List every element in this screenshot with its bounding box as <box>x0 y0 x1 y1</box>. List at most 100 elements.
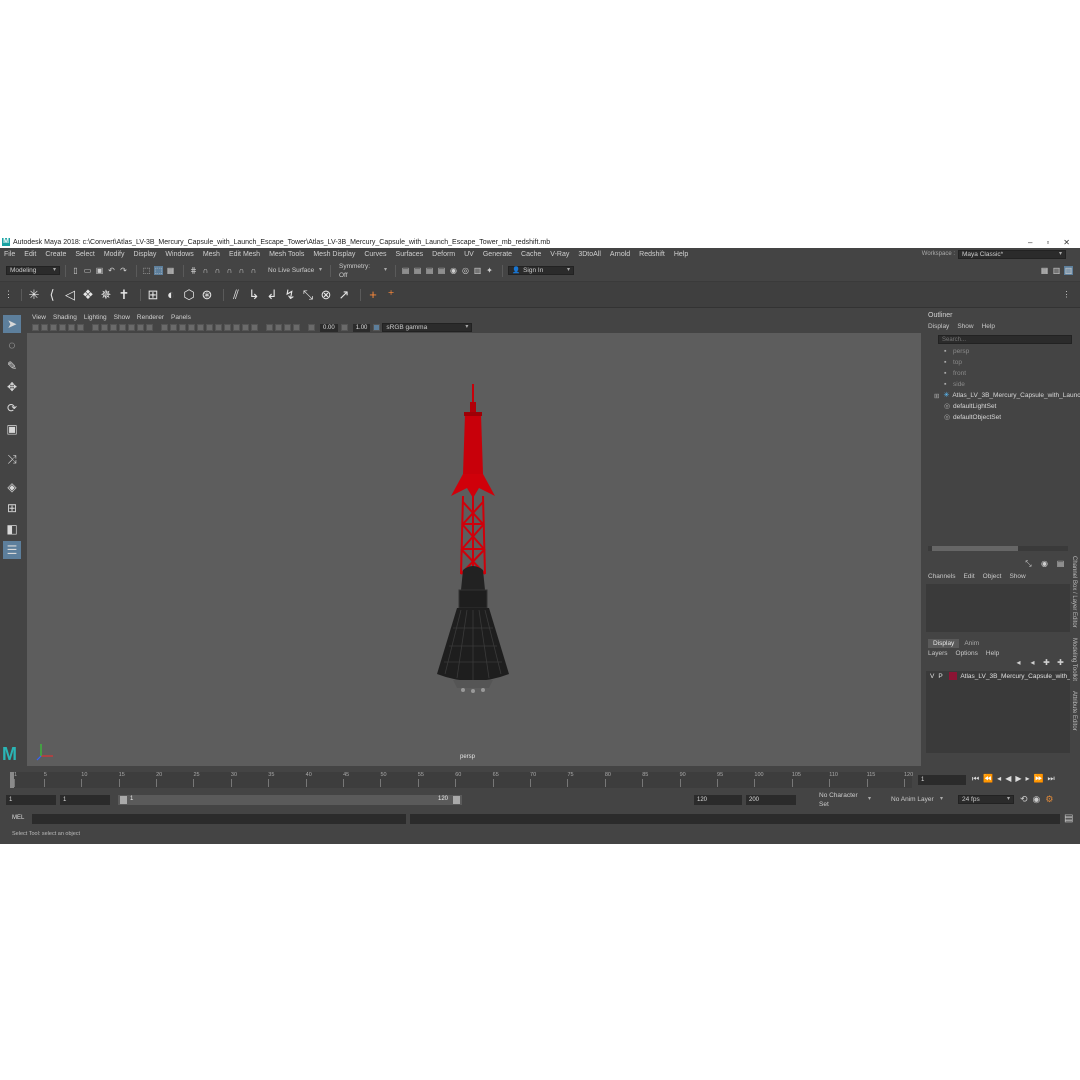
motion-blur-icon[interactable] <box>233 324 240 331</box>
move-tool-icon[interactable]: ✥ <box>3 378 21 396</box>
channel-menu-edit[interactable]: Edit <box>963 573 974 580</box>
camera-attributes-icon[interactable] <box>41 324 48 331</box>
menu-v-ray[interactable]: V-Ray <box>550 251 569 258</box>
humanik-icon[interactable]: ✵ <box>99 287 113 302</box>
orient-constraint-icon[interactable]: ↲ <box>265 287 279 302</box>
paint-select-tool-icon[interactable]: ✎ <box>3 357 21 375</box>
scrollbar-thumb[interactable] <box>932 546 1018 551</box>
play-forwards-icon[interactable]: ▶ <box>1015 774 1021 784</box>
lasso-tool-icon[interactable]: ◌ <box>3 336 21 354</box>
fps-dropdown[interactable]: 24 fps <box>958 795 1014 804</box>
select-object-icon[interactable]: ⬚ <box>154 266 163 275</box>
layer-row[interactable]: V P Atlas_LV_3B_Mercury_Capsule_with_L <box>926 671 1070 681</box>
viewport-menu-renderer[interactable]: Renderer <box>137 314 164 321</box>
shelf-menu-icon[interactable]: ⋮ <box>4 290 13 299</box>
viewport-menu-shading[interactable]: Shading <box>53 314 77 321</box>
layer-visibility-toggle[interactable]: V <box>930 673 934 680</box>
outliner-item[interactable]: ◎ defaultObjectSet <box>924 412 1080 423</box>
set-driven-key-icon[interactable]: ⁺ <box>384 287 398 302</box>
go-to-start-icon[interactable]: ⏮ <box>972 774 979 784</box>
gate-mask-icon[interactable] <box>119 324 126 331</box>
open-scene-icon[interactable]: ▭ <box>83 266 92 275</box>
symmetry-dropdown[interactable]: Symmetry: Off <box>336 263 390 279</box>
last-tool-icon[interactable]: ⤨ <box>3 450 21 468</box>
motion-path-icon[interactable]: ↗ <box>337 287 351 302</box>
single-perspective-layout-icon[interactable]: ◈ <box>3 478 21 496</box>
workspace-dropdown[interactable]: Maya Classic* <box>958 249 1066 259</box>
mode-dropdown[interactable]: Modeling <box>6 266 60 275</box>
menu-help[interactable]: Help <box>674 251 688 258</box>
menu-uv[interactable]: UV <box>464 251 474 258</box>
select-tool-icon[interactable]: ➤ <box>3 315 21 333</box>
step-back-frame-icon[interactable]: ◂ <box>997 774 1001 784</box>
new-layer-selected-icon[interactable]: ✚ <box>1056 658 1065 667</box>
xray-components-icon[interactable] <box>293 324 300 331</box>
minimize-icon[interactable]: – <box>1028 238 1032 247</box>
time-ticks[interactable]: 1 5 10 15 20 25 30 35 40 45 50 55 60 65 70 75 80 85 90 95 10… <box>10 772 913 788</box>
quick-rig-icon[interactable]: ✝ <box>117 287 131 302</box>
resolution-gate-icon[interactable] <box>110 324 117 331</box>
render-settings-icon[interactable]: ▤ <box>437 266 446 275</box>
layer-playback-toggle[interactable]: P <box>938 673 942 680</box>
cluster-icon[interactable]: ◐ <box>164 287 178 302</box>
persp-outliner-layout-icon[interactable]: ◧ <box>3 520 21 538</box>
render-frame-icon[interactable]: ▤ <box>401 266 410 275</box>
time-slider[interactable]: 1 5 10 15 20 25 30 35 40 45 50 55 60 65 70 75 80 85 90 95 10… <box>0 768 1080 790</box>
menu-windows[interactable]: Windows <box>165 251 193 258</box>
rotate-tool-icon[interactable]: ⟳ <box>3 399 21 417</box>
wireframe-on-shaded-icon[interactable] <box>188 324 195 331</box>
vray-icon[interactable]: ◎ <box>461 266 470 275</box>
outliner-item[interactable]: ▪ side <box>924 379 1080 390</box>
play-backwards-icon[interactable]: ◀ <box>1005 774 1011 784</box>
playback-end-field[interactable]: 120 <box>694 795 742 805</box>
outliner-item[interactable]: ⊞ ✳ Atlas_LV_3B_Mercury_Capsule_with_Launc… <box>924 390 1080 401</box>
film-gate-icon[interactable] <box>101 324 108 331</box>
gamma-icon[interactable] <box>340 324 348 331</box>
menu-modify[interactable]: Modify <box>104 251 125 258</box>
shadows-icon[interactable] <box>215 324 222 331</box>
anim-prefs-icon[interactable]: ⚙ <box>1045 794 1053 805</box>
modeling-toolkit-icon[interactable]: ▥ <box>473 266 482 275</box>
side-tab[interactable]: Channel Box / Layer Editor <box>1071 556 1077 628</box>
wireframe-icon[interactable] <box>161 324 168 331</box>
viewport-menu-show[interactable]: Show <box>114 314 130 321</box>
outliner-menu-show[interactable]: Show <box>957 323 973 330</box>
current-frame-field[interactable]: 1 <box>918 775 966 785</box>
point-constraint-icon[interactable]: ⫽ <box>229 287 243 302</box>
range-end-handle[interactable] <box>453 796 460 804</box>
menu-generate[interactable]: Generate <box>483 251 512 258</box>
step-forward-frame-icon[interactable]: ▸ <box>1026 774 1030 784</box>
menu-arnold[interactable]: Arnold <box>610 251 630 258</box>
menu-deform[interactable]: Deform <box>432 251 455 258</box>
step-forward-key-icon[interactable]: ⏩ <box>1034 774 1044 784</box>
outliner-hscrollbar[interactable] <box>928 546 1068 551</box>
viewport-menu-panels[interactable]: Panels <box>171 314 191 321</box>
tool-settings-icon[interactable]: ⤡ <box>1024 559 1033 568</box>
use-lights-icon[interactable] <box>206 324 213 331</box>
undo-icon[interactable]: ↶ <box>107 266 116 275</box>
range-bar[interactable]: 1 120 <box>118 795 462 805</box>
anti-aliasing-icon[interactable] <box>242 324 249 331</box>
menu-file[interactable]: File <box>4 251 15 258</box>
field-chart-icon[interactable] <box>128 324 135 331</box>
menu-mesh-tools[interactable]: Mesh Tools <box>269 251 304 258</box>
move-layer-down-icon[interactable]: ◂ <box>1028 658 1037 667</box>
menu-mesh-display[interactable]: Mesh Display <box>313 251 355 258</box>
channel-menu-show[interactable]: Show <box>1009 573 1025 580</box>
image-plane-icon[interactable] <box>59 324 66 331</box>
side-tab[interactable]: Attribute Editor <box>1071 691 1077 731</box>
snap-view-icon[interactable]: ∩ <box>225 266 234 275</box>
character-set-dropdown[interactable]: No Character Set <box>816 792 874 808</box>
toggle-channel-box-icon[interactable]: ▥ <box>1064 266 1073 275</box>
command-language-label[interactable]: MEL <box>12 815 24 821</box>
viewport-menu-view[interactable]: View <box>32 314 46 321</box>
end-time-field[interactable]: 200 <box>746 795 796 805</box>
tab-anim[interactable]: Anim <box>959 639 984 648</box>
smooth-shade-icon[interactable] <box>170 324 177 331</box>
range-start-handle[interactable] <box>120 796 127 804</box>
menu-cache[interactable]: Cache <box>521 251 541 258</box>
redshift-icon[interactable]: ✦ <box>485 266 494 275</box>
outliner-item[interactable]: ▪ persp <box>924 346 1080 357</box>
scale-constraint-icon[interactable]: ↯ <box>283 287 297 302</box>
scene-panels-icon[interactable]: ▦ <box>1040 266 1049 275</box>
